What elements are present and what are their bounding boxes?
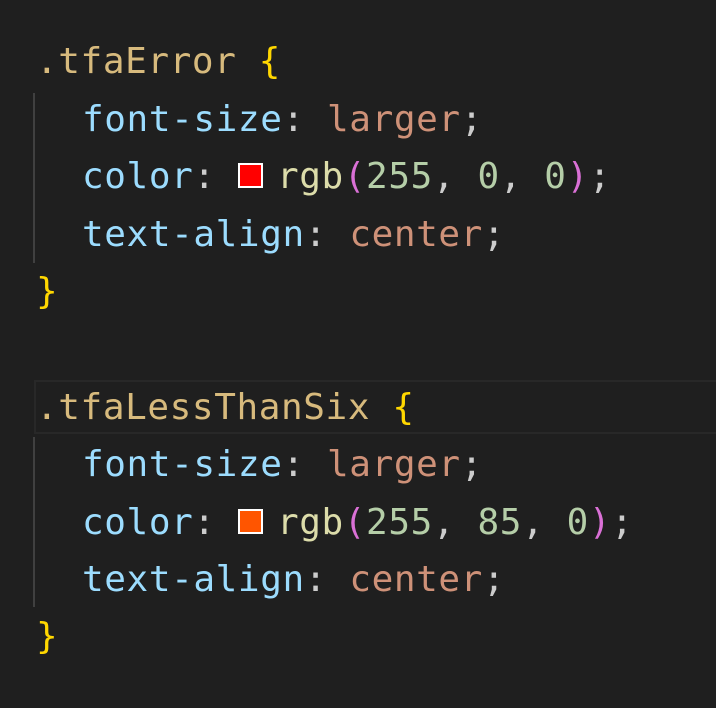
open-paren: ( xyxy=(343,156,367,197)
colon: : xyxy=(304,214,328,255)
code-editor[interactable]: .tfaError { font-size: larger; color: rg… xyxy=(0,0,716,708)
number-arg: 255 xyxy=(366,156,433,197)
css-function: rgb xyxy=(276,156,344,197)
css-property: color xyxy=(82,502,194,543)
code-line[interactable]: .tfaError { xyxy=(0,33,281,91)
semicolon: ; xyxy=(482,559,506,600)
css-function: rgb xyxy=(276,502,344,543)
comma: , xyxy=(432,156,478,197)
close-brace: } xyxy=(36,271,59,312)
semicolon: ; xyxy=(482,214,506,255)
comma: , xyxy=(432,502,478,543)
code-line[interactable]: color: rgb(255, 85, 0); xyxy=(0,494,633,552)
css-selector: .tfaLessThanSix xyxy=(36,387,371,428)
semicolon: ; xyxy=(460,444,483,485)
css-property: font-size xyxy=(82,444,283,485)
css-value: center xyxy=(349,559,483,600)
semicolon: ; xyxy=(460,99,483,140)
colon: : xyxy=(193,156,216,197)
close-brace: } xyxy=(36,616,59,657)
css-value: center xyxy=(349,214,483,255)
close-paren: ) xyxy=(588,502,612,543)
color-swatch[interactable] xyxy=(237,508,263,534)
css-property: color xyxy=(82,156,194,197)
code-line[interactable]: text-align: center; xyxy=(0,551,505,609)
color-swatch[interactable] xyxy=(237,162,263,188)
colon: : xyxy=(282,444,305,485)
number-arg: 255 xyxy=(366,502,433,543)
colon: : xyxy=(304,559,328,600)
open-paren: ( xyxy=(343,502,367,543)
colon: : xyxy=(282,99,305,140)
code-line[interactable]: } xyxy=(0,608,58,666)
comma: , xyxy=(499,156,545,197)
css-value: larger xyxy=(327,99,461,140)
code-line[interactable]: } xyxy=(0,263,58,321)
code-line[interactable]: font-size: larger; xyxy=(0,436,483,494)
semicolon: ; xyxy=(588,156,612,197)
code-line[interactable]: font-size: larger; xyxy=(0,91,483,149)
css-value: larger xyxy=(327,444,461,485)
css-property: text-align xyxy=(82,559,305,600)
number-arg: 0 xyxy=(477,156,500,197)
number-arg: 0 xyxy=(566,502,589,543)
close-paren: ) xyxy=(566,156,589,197)
code-line[interactable]: .tfaLessThanSix { xyxy=(0,379,415,437)
css-selector: .tfaError xyxy=(36,41,237,82)
css-property: font-size xyxy=(82,99,283,140)
code-line[interactable]: text-align: center; xyxy=(0,206,505,264)
number-arg: 85 xyxy=(477,502,522,543)
code-line[interactable]: color: rgb(255, 0, 0); xyxy=(0,148,611,206)
comma: , xyxy=(522,502,567,543)
open-brace: { xyxy=(258,41,282,82)
css-property: text-align xyxy=(82,214,305,255)
colon: : xyxy=(193,502,216,543)
semicolon: ; xyxy=(611,502,634,543)
open-brace: { xyxy=(392,387,415,428)
number-arg: 0 xyxy=(544,156,567,197)
